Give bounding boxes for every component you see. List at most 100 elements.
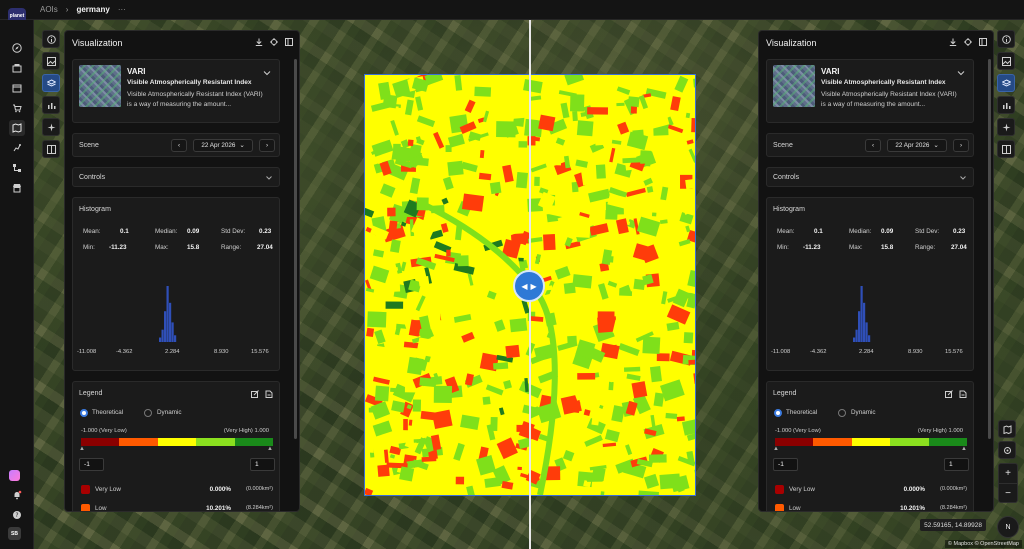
raster-patch (416, 337, 437, 358)
zoom-in-button[interactable]: + (999, 464, 1017, 484)
chevron-down-icon[interactable] (957, 69, 965, 77)
info-icon[interactable] (997, 30, 1015, 48)
bar-chart-icon[interactable] (997, 96, 1015, 114)
panel-toggle-icon[interactable] (979, 38, 987, 46)
crosshair-icon[interactable] (270, 38, 278, 46)
index-card[interactable]: VARI Visible Atmospherically Resistant I… (766, 59, 974, 123)
dynamic-radio[interactable] (838, 409, 846, 417)
theoretical-label: Theoretical (786, 409, 818, 416)
avatar[interactable]: SB (8, 527, 21, 540)
help-icon[interactable]: ? (9, 507, 25, 523)
max-value-input[interactable]: 1 (250, 458, 275, 471)
workflow-icon[interactable] (9, 160, 25, 176)
max-slider-handle[interactable]: ▲ (961, 446, 967, 452)
breadcrumb: AOIs › germany ··· (40, 5, 126, 14)
ramp-segment (851, 438, 891, 446)
raster-patch (665, 412, 678, 420)
max-slider-handle[interactable]: ▲ (267, 446, 273, 452)
median-label: Median: (155, 228, 178, 235)
chevron-left-icon: ‹ (871, 142, 875, 149)
more-icon[interactable]: ··· (118, 5, 126, 14)
class-name: Very Low (95, 486, 121, 493)
store-icon[interactable] (9, 180, 25, 196)
split-view-icon[interactable] (42, 140, 60, 158)
raster-patch (457, 255, 469, 267)
min-value-input[interactable]: -1 (79, 458, 104, 471)
histogram-tick-label: -4.362 (116, 349, 133, 355)
info-icon[interactable] (42, 30, 60, 48)
chevron-down-icon: ⌄ (933, 142, 939, 149)
histogram-tick-label: -4.362 (810, 349, 827, 355)
panel-scrollbar[interactable] (988, 59, 991, 439)
histogram-bar (169, 302, 172, 342)
raster-patch (391, 145, 412, 162)
analytics-icon[interactable] (9, 140, 25, 156)
raster-patch (580, 167, 595, 186)
scene-date-select[interactable]: 22 Apr 2026 ⌄ (887, 139, 947, 152)
min-slider-handle[interactable]: ▲ (79, 446, 85, 452)
prev-scene-button[interactable]: ‹ (171, 139, 187, 152)
raster-patch (518, 141, 528, 148)
notifications-bell-icon[interactable] (9, 487, 25, 503)
export-icon[interactable] (265, 390, 273, 398)
max-value-input[interactable]: 1 (944, 458, 969, 471)
raster-patch (622, 157, 643, 164)
scene-date: 22 Apr 2026 (895, 142, 930, 149)
raster-patch (676, 416, 685, 422)
min-slider-handle[interactable]: ▲ (773, 446, 779, 452)
chevron-right-icon: › (959, 142, 963, 149)
panel-toggle-icon[interactable] (285, 38, 293, 46)
sparkle-icon[interactable] (997, 118, 1015, 136)
download-icon[interactable] (255, 38, 263, 46)
zoom-out-button[interactable]: − (999, 484, 1017, 503)
min-value-input[interactable]: -1 (773, 458, 798, 471)
histogram-section: Histogram Mean: 0.1 Median: 0.09 Std Dev… (766, 197, 974, 371)
panel-scrollbar[interactable] (294, 59, 297, 439)
legend-class-list: Very Low 0.000% (0.000km²) Low 10.201% (8.284… (81, 484, 273, 511)
next-scene-button[interactable]: › (259, 139, 275, 152)
map-attribution[interactable]: © Mapbox © OpenStreetMap (944, 540, 1022, 548)
map-style-icon[interactable] (998, 420, 1016, 438)
controls-accordion[interactable]: Controls (72, 167, 280, 187)
coordinates-readout: 52.59165, 14.89928 (920, 519, 986, 531)
chevron-down-icon (960, 176, 966, 180)
raster-patch (408, 419, 413, 426)
edit-icon[interactable] (251, 390, 259, 398)
index-card[interactable]: VARI Visible Atmospherically Resistant I… (72, 59, 280, 123)
crosshair-icon[interactable] (964, 38, 972, 46)
next-scene-button[interactable]: › (953, 139, 969, 152)
raster-patch (632, 129, 645, 140)
cart-icon[interactable] (9, 100, 25, 116)
compass-button[interactable]: N (997, 516, 1019, 538)
layers-icon[interactable] (997, 74, 1015, 92)
app-root: planet AOIs › germany ··· ? SB ◀ ▶ Visua… (0, 0, 1024, 549)
theoretical-radio[interactable] (774, 409, 782, 417)
locate-icon[interactable] (998, 441, 1016, 459)
theoretical-radio[interactable] (80, 409, 88, 417)
breadcrumb-current[interactable]: germany (76, 5, 109, 14)
prev-scene-button[interactable]: ‹ (865, 139, 881, 152)
chevron-down-icon[interactable] (263, 69, 271, 77)
raster-patch (431, 409, 453, 429)
compare-split-handle[interactable]: ◀ ▶ (513, 270, 545, 302)
legend-section: Legend Theoretical Dynamic -1.000 (Very … (72, 381, 280, 511)
map-icon[interactable] (9, 120, 25, 136)
bar-chart-icon[interactable] (42, 96, 60, 114)
breadcrumb-aois[interactable]: AOIs (40, 5, 58, 14)
edit-icon[interactable] (945, 390, 953, 398)
image-icon[interactable] (42, 52, 60, 70)
controls-accordion[interactable]: Controls (766, 167, 974, 187)
split-view-icon[interactable] (997, 140, 1015, 158)
image-icon[interactable] (997, 52, 1015, 70)
scene-date-select[interactable]: 22 Apr 2026 ⌄ (193, 139, 253, 152)
layers-icon[interactable] (42, 74, 60, 92)
export-icon[interactable] (959, 390, 967, 398)
library-icon[interactable] (9, 60, 25, 76)
dynamic-radio[interactable] (144, 409, 152, 417)
max-value: 15.8 (881, 244, 894, 251)
sparkle-icon[interactable] (42, 118, 60, 136)
explore-compass-icon[interactable] (9, 40, 25, 56)
tasks-icon[interactable] (9, 80, 25, 96)
apps-icon[interactable] (9, 470, 20, 481)
download-icon[interactable] (949, 38, 957, 46)
